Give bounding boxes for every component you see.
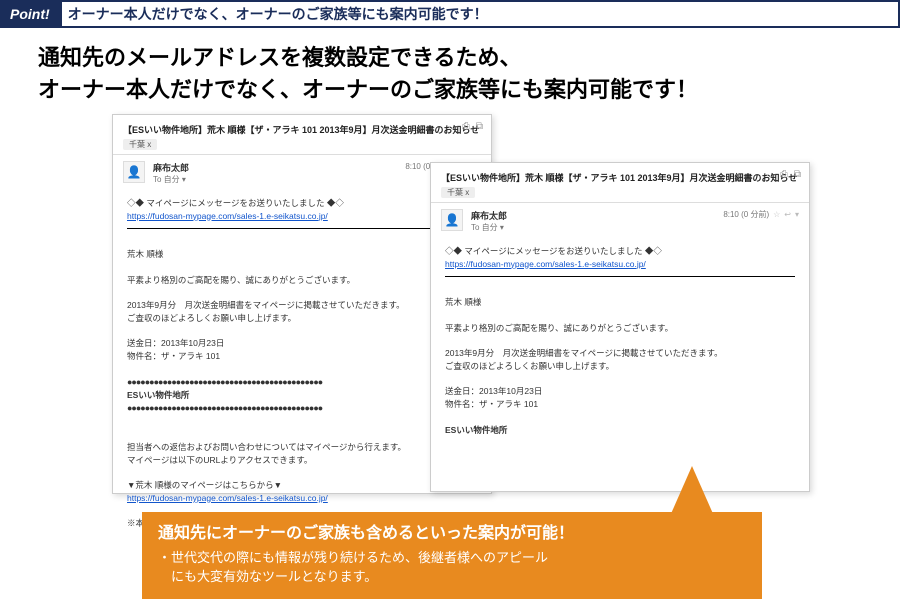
star-icon[interactable]: ☆ — [773, 210, 780, 219]
body-text-1: 2013年9月分 月次送金明細書をマイページに掲載させていただきます。 — [127, 299, 477, 312]
dots-divider: ●●●●●●●●●●●●●●●●●●●●●●●●●●●●●●●●●●●●●●●●… — [127, 402, 477, 416]
mypage-link-1[interactable]: https://fudosan-mypage.com/sales-1.e-sei… — [127, 211, 328, 221]
popout-icon[interactable]: ⧉ — [476, 121, 483, 132]
callout-title: 通知先にオーナーのご家族も含めるといった案内が可能！ — [158, 522, 746, 546]
to-dropdown-icon[interactable]: ▾ — [182, 175, 186, 184]
greeting-name: 荒木 順様 — [445, 296, 795, 309]
heading-line-2: オーナー本人だけでなく、オーナーのご家族等にも案内可能です！ — [38, 77, 698, 102]
to-dropdown-icon[interactable]: ▾ — [500, 223, 504, 232]
callout-line-1: ・世代交代の際にも情報が残り続けるため、後継者様へのアピール — [158, 548, 746, 568]
mail-body: ◇◆ マイページにメッセージをお送りいたしました ◆◇ https://fudo… — [431, 237, 809, 445]
greeting-text: 平素より格別のご高配を賜り、誠にありがとうございます。 — [445, 322, 795, 335]
body-text-1: 2013年9月分 月次送金明細書をマイページに掲載させていただきます。 — [445, 347, 795, 360]
greeting-text: 平素より格別のご高配を賜り、誠にありがとうございます。 — [127, 274, 477, 287]
mail-subject: 【ESいい物件地所】荒木 順様【ザ・アラキ 101 2013年9月】月次送金明細… — [441, 171, 799, 184]
mail-from-row: 👤 麻布太郎 To 自分 ▾ 8:10 (0 分前) ☆ ↩ ▾ — [431, 203, 809, 237]
to-line: To 自分 ▾ — [471, 222, 799, 233]
note-1: 担当者への返信およびお問い合わせについてはマイページから行えます。 — [127, 441, 477, 454]
reply-icon[interactable]: ↩ — [784, 210, 791, 219]
send-date: 送金日：2013年10月23日 — [445, 385, 795, 398]
point-badge-text: Point! — [10, 6, 50, 22]
mypage-label: ▼荒木 順様のマイページはこちらから▼ — [127, 479, 477, 492]
time-line: 8:10 (0 分前) ☆ ↩ ▾ — [723, 209, 799, 220]
dots-divider: ●●●●●●●●●●●●●●●●●●●●●●●●●●●●●●●●●●●●●●●●… — [127, 376, 477, 390]
time-text: 8:10 (0 分前) — [723, 209, 769, 220]
header-text-content: オーナー本人だけでなく、オーナーのご家族等にも案内可能です！ — [68, 4, 488, 24]
separator — [127, 228, 477, 229]
mail-toolbar-icons: ⎙ ⧉ — [780, 169, 801, 180]
header-bar: Point! オーナー本人だけでなく、オーナーのご家族等にも案内可能です！ — [0, 0, 900, 28]
header-text: オーナー本人だけでなく、オーナーのご家族等にも案内可能です！ — [62, 2, 898, 26]
greeting-name: 荒木 順様 — [127, 248, 477, 261]
point-badge: Point! — [2, 2, 62, 26]
print-icon[interactable]: ⎙ — [780, 169, 788, 180]
send-date: 送金日：2013年10月23日 — [127, 337, 477, 350]
separator — [445, 276, 795, 277]
avatar-icon: 👤 — [123, 161, 145, 183]
mail-subject: 【ESいい物件地所】荒木 順様【ザ・アラキ 101 2013年9月】月次送金明細… — [123, 123, 481, 136]
company-name: ESいい物件地所 — [445, 424, 795, 437]
mypage-link-1[interactable]: https://fudosan-mypage.com/sales-1.e-sei… — [445, 259, 646, 269]
company-name: ESいい物件地所 — [127, 389, 477, 402]
callout-box: 通知先にオーナーのご家族も含めるといった案内が可能！ ・世代交代の際にも情報が残… — [142, 512, 762, 599]
body-text-2: ご査収のほどよろしくお願い申し上げます。 — [127, 312, 477, 325]
mails-area: 【ESいい物件地所】荒木 順様【ザ・アラキ 101 2013年9月】月次送金明細… — [0, 106, 900, 546]
heading-line-1: 通知先のメールアドレスを複数設定できるため、 — [38, 45, 522, 70]
mail-toolbar-icons: ⎙ ⧉ — [462, 121, 483, 132]
main-heading: 通知先のメールアドレスを複数設定できるため、 オーナー本人だけでなく、オーナーの… — [0, 28, 900, 106]
print-icon[interactable]: ⎙ — [462, 121, 470, 132]
property-name: 物件名：ザ・アラキ 101 — [127, 350, 477, 363]
email-preview-right: 【ESいい物件地所】荒木 順様【ザ・アラキ 101 2013年9月】月次送金明細… — [430, 162, 810, 492]
msg-notice: ◇◆ マイページにメッセージをお送りいたしました ◆◇ — [127, 197, 477, 210]
popout-icon[interactable]: ⧉ — [794, 169, 801, 180]
mail-label-chip[interactable]: 千葉 x — [123, 139, 157, 150]
mypage-link-2[interactable]: https://fudosan-mypage.com/sales-1.e-sei… — [127, 493, 328, 503]
msg-notice: ◇◆ マイページにメッセージをお送りいたしました ◆◇ — [445, 245, 795, 258]
property-name: 物件名：ザ・アラキ 101 — [445, 398, 795, 411]
body-text-2: ご査収のほどよろしくお願い申し上げます。 — [445, 360, 795, 373]
mail-header: 【ESいい物件地所】荒木 順様【ザ・アラキ 101 2013年9月】月次送金明細… — [431, 163, 809, 203]
callout-line-2: にも大変有効なツールとなります。 — [158, 567, 746, 587]
more-icon[interactable]: ▾ — [795, 210, 799, 219]
avatar-icon: 👤 — [441, 209, 463, 231]
callout-pointer — [670, 466, 714, 516]
note-2: マイページは以下のURLよりアクセスできます。 — [127, 454, 477, 467]
mail-header: 【ESいい物件地所】荒木 順様【ザ・アラキ 101 2013年9月】月次送金明細… — [113, 115, 491, 155]
mail-label-chip[interactable]: 千葉 x — [441, 187, 475, 198]
